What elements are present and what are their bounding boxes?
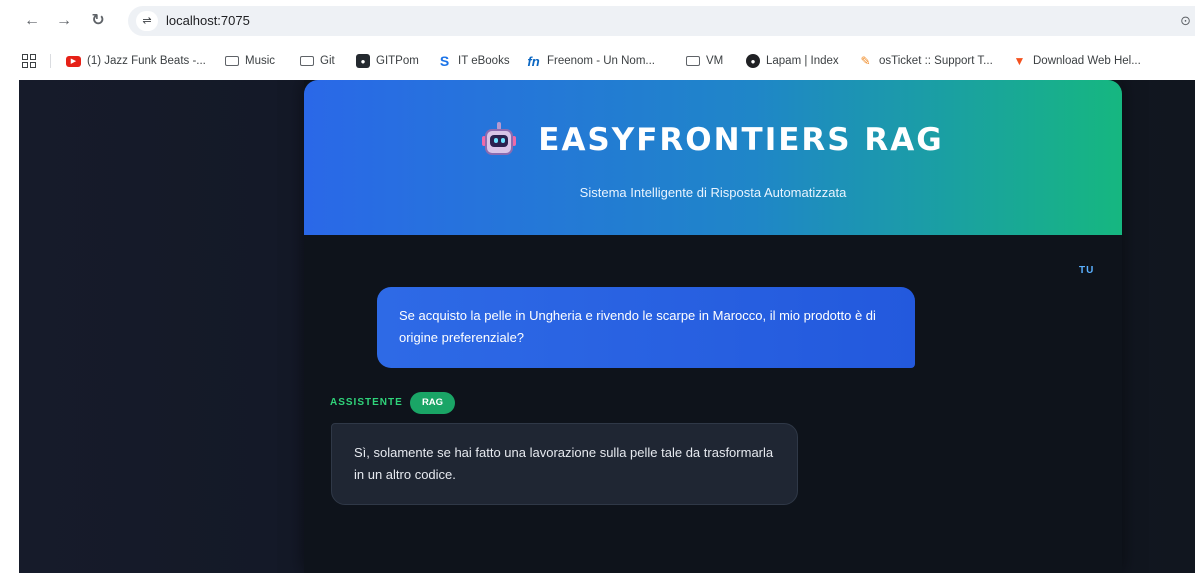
assistant-label: ASSISTENTE xyxy=(330,397,403,408)
bookmark-vm[interactable]: VM xyxy=(685,52,723,70)
bookmark-osticket[interactable]: ✎ osTicket :: Support T... xyxy=(858,52,993,70)
chat-card: EASYFRONTIERS RAG Sistema Intelligente d… xyxy=(304,80,1122,573)
bookmark-git[interactable]: Git xyxy=(299,52,335,70)
address-bar[interactable]: ⇌ localhost:7075 ⊙ xyxy=(128,6,1195,36)
app-title: EASYFRONTIERS RAG xyxy=(538,122,944,158)
forward-arrow-icon[interactable]: → xyxy=(54,11,74,31)
fn-icon: fn xyxy=(527,53,540,69)
bookmark-label: osTicket :: Support T... xyxy=(879,55,993,67)
app-subtitle: Sistema Intelligente di Risposta Automat… xyxy=(579,185,847,200)
page-viewport: EASYFRONTIERS RAG Sistema Intelligente d… xyxy=(19,80,1195,573)
folder-icon xyxy=(685,56,700,66)
bookmark-label: Git xyxy=(320,55,335,67)
bookmark-label: Lapam | Index xyxy=(766,55,839,67)
github-icon: ● xyxy=(356,54,370,68)
assistant-message-bubble: Sì, solamente se hai fatto una lavorazio… xyxy=(331,423,798,505)
youtube-icon: ▶ xyxy=(66,55,81,67)
bookmarks-divider xyxy=(50,54,51,68)
bookmark-label: IT eBooks xyxy=(458,55,510,67)
osticket-icon: ✎ xyxy=(860,54,871,68)
robot-icon xyxy=(482,122,517,158)
apps-grid-icon[interactable] xyxy=(22,54,36,68)
bookmark-download-web-help[interactable]: ▼ Download Web Hel... xyxy=(1012,52,1141,70)
bookmark-label: VM xyxy=(706,55,724,67)
folder-icon xyxy=(299,56,314,66)
user-message-bubble: Se acquisto la pelle in Ungheria e riven… xyxy=(377,287,915,368)
bookmark-label: Music xyxy=(245,55,276,67)
s-icon: S xyxy=(439,53,450,69)
bookmark-music[interactable]: Music xyxy=(224,52,275,70)
download-icon: ▼ xyxy=(1013,54,1026,68)
bookmark-label: (1) Jazz Funk Beats -... xyxy=(87,55,206,67)
folder-icon xyxy=(224,56,239,66)
bookmark-gitpom[interactable]: ● GITPom xyxy=(356,52,419,70)
browser-toolbar: ← → ↻ ⇌ localhost:7075 ⊙ xyxy=(0,0,1195,43)
bookmark-label: Download Web Hel... xyxy=(1033,55,1141,67)
bookmark-label: GITPom xyxy=(376,55,419,67)
bookmark-lapam[interactable]: ● Lapam | Index xyxy=(746,52,839,70)
title-row: EASYFRONTIERS RAG xyxy=(304,122,1122,158)
lens-icon[interactable]: ⊙ xyxy=(1180,13,1191,29)
user-label: TU xyxy=(1079,265,1095,276)
bookmark-jazz[interactable]: ▶ (1) Jazz Funk Beats -... xyxy=(66,52,206,70)
bookmark-label: Freenom - Un Nom... xyxy=(547,55,655,67)
app-header: EASYFRONTIERS RAG Sistema Intelligente d… xyxy=(304,80,1122,235)
site-info-icon[interactable]: ⇌ xyxy=(136,11,158,31)
reload-icon[interactable]: ↻ xyxy=(88,11,108,31)
bookmark-freenom[interactable]: fn Freenom - Un Nom... xyxy=(526,52,655,70)
bookmarks-bar: ▶ (1) Jazz Funk Beats -... Music Git ● G… xyxy=(0,43,1195,78)
url-text[interactable]: localhost:7075 xyxy=(166,13,250,28)
globe-icon: ● xyxy=(746,54,760,68)
rag-badge: RAG xyxy=(410,392,455,414)
back-arrow-icon[interactable]: ← xyxy=(22,11,42,31)
bookmark-it-ebooks[interactable]: S IT eBooks xyxy=(437,52,510,70)
